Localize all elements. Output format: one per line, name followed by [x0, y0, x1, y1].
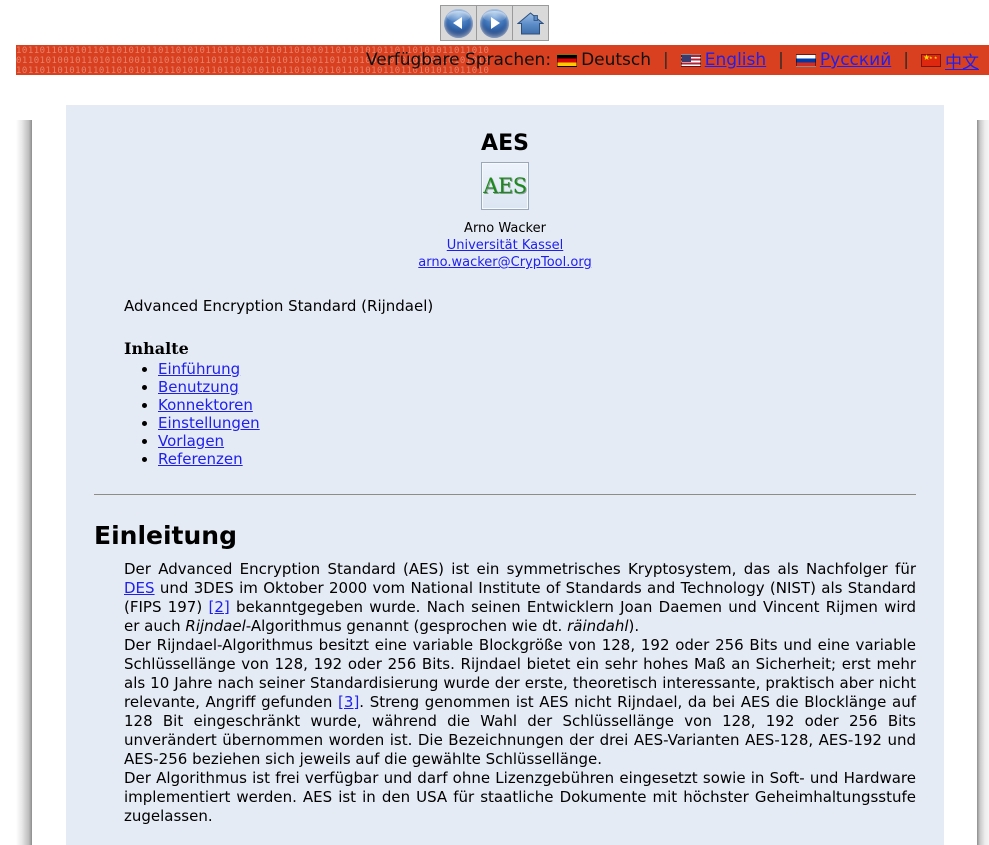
text-run: Der Advanced Encryption Standard (AES) i…: [124, 560, 916, 578]
body-text: Der Advanced Encryption Standard (AES) i…: [94, 560, 916, 826]
logo-container: AES: [94, 162, 916, 210]
emphasis-text: räindahl: [567, 617, 629, 635]
list-item: Benutzung: [158, 378, 916, 396]
document-viewport: AES AES Arno Wacker Universität Kassel a…: [16, 75, 989, 845]
paragraph-p1: Der Advanced Encryption Standard (AES) i…: [124, 560, 916, 636]
paragraph-p3: Der Algorithmus ist frei verfügbar und d…: [124, 769, 916, 826]
language-name-english[interactable]: English: [705, 50, 766, 70]
forward-button[interactable]: [477, 6, 513, 40]
toc-heading: Inhalte: [124, 339, 189, 358]
flag-cn-icon: [921, 52, 941, 67]
inline-link[interactable]: DES: [124, 579, 155, 597]
back-button[interactable]: [441, 6, 477, 40]
toolbar-button-group: [440, 5, 549, 41]
home-button[interactable]: [513, 6, 548, 40]
section-heading-einleitung: Einleitung: [94, 521, 237, 550]
app-window: 1011011010101101101010110110101011011010…: [0, 0, 989, 845]
language-name-chinese[interactable]: 中文: [945, 48, 979, 73]
forward-arrow-icon: [480, 8, 509, 38]
paragraph-p2: Der Rijndael-Algorithmus besitzt eine va…: [124, 636, 916, 769]
language-option-deutsch[interactable]: Deutsch: [557, 50, 651, 70]
text-run: Der Algorithmus ist frei verfügbar und d…: [124, 769, 916, 825]
right-scrollbar-edge[interactable]: [977, 120, 989, 845]
toc-link-0[interactable]: Einführung: [158, 360, 240, 378]
toc-link-2[interactable]: Konnektoren: [158, 396, 253, 414]
list-item: Vorlagen: [158, 432, 916, 450]
language-name-russian[interactable]: Русский: [820, 50, 891, 70]
language-option-russian[interactable]: Русский: [795, 50, 891, 70]
list-item: Einführung: [158, 360, 916, 378]
author-name: Arno Wacker: [464, 221, 546, 236]
document-subtitle: Advanced Encryption Standard (Rijndael): [124, 297, 434, 315]
email-link[interactable]: arno.wacker@CrypTool.org: [418, 255, 591, 270]
language-option-chinese[interactable]: 中文: [921, 48, 979, 73]
toc-link-3[interactable]: Einstellungen: [158, 414, 260, 432]
back-arrow-icon: [444, 8, 473, 38]
navigation-toolbar: [0, 0, 989, 45]
language-selector: Verfügbare Sprachen: Deutsch | English |…: [366, 48, 979, 73]
language-separator: |: [778, 50, 784, 70]
language-separator: |: [663, 50, 669, 70]
aes-logo-icon: AES: [481, 162, 529, 210]
list-item: Referenzen: [158, 450, 916, 468]
emphasis-text: Rijndael: [185, 617, 246, 635]
available-languages-label: Verfügbare Sprachen:: [365, 50, 552, 70]
inline-link[interactable]: [3]: [338, 693, 359, 711]
table-of-contents: EinführungBenutzungKonnektorenEinstellun…: [140, 360, 916, 468]
flag-de-icon: [557, 53, 578, 67]
affiliation-link[interactable]: Universität Kassel: [447, 238, 564, 253]
inline-link[interactable]: [2]: [208, 598, 229, 616]
language-bar: 1011011010101101101010110110101011011010…: [16, 45, 989, 75]
language-name-deutsch: Deutsch: [581, 50, 652, 70]
section-divider: [94, 494, 916, 495]
toc-link-5[interactable]: Referenzen: [158, 450, 243, 468]
list-item: Konnektoren: [158, 396, 916, 414]
flag-us-icon: [680, 53, 701, 67]
language-separator: |: [903, 50, 909, 70]
page-title: AES: [481, 131, 529, 156]
document-content-panel: AES AES Arno Wacker Universität Kassel a…: [66, 105, 944, 845]
home-icon: [517, 11, 544, 34]
flag-ru-icon: [795, 53, 816, 67]
toc-link-4[interactable]: Vorlagen: [158, 432, 224, 450]
left-frame-edge: [16, 120, 32, 845]
language-option-english[interactable]: English: [680, 50, 766, 70]
aes-logo-text: AES: [483, 174, 527, 198]
text-run: -Algorithmus genannt (gesprochen wie dt.: [245, 617, 568, 635]
list-item: Einstellungen: [158, 414, 916, 432]
author-block: Arno Wacker Universität Kassel arno.wack…: [94, 220, 916, 271]
toc-link-1[interactable]: Benutzung: [158, 378, 239, 396]
text-run: ).: [628, 617, 640, 635]
